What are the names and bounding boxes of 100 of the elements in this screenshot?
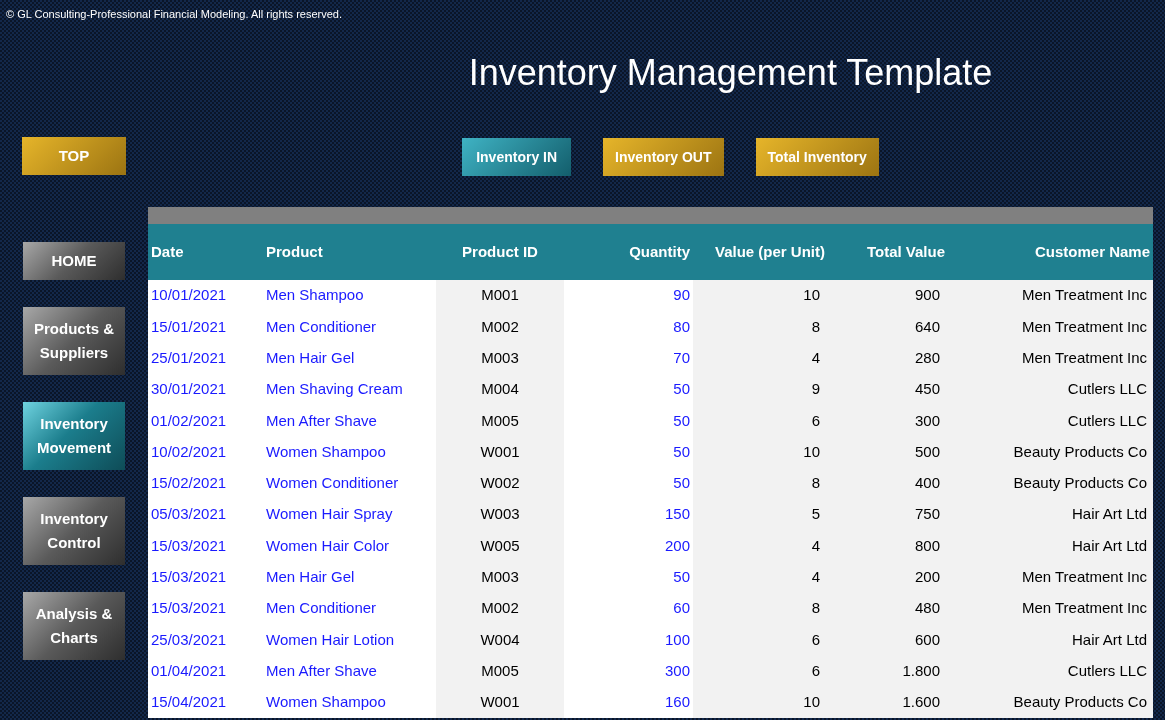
- table-cell: M003: [436, 561, 564, 593]
- table-cell: 50: [564, 561, 693, 593]
- table-cell: Hair Art Ltd: [948, 499, 1153, 531]
- table-cell: Women Shampoo: [263, 686, 436, 719]
- table-cell: 25/01/2021: [148, 342, 263, 374]
- table-cell: M004: [436, 373, 564, 406]
- table-cell: 05/03/2021: [148, 499, 263, 531]
- table-cell: 90: [564, 280, 693, 312]
- nav-button[interactable]: HOME: [23, 242, 125, 280]
- table-cell: 8: [693, 311, 828, 343]
- table-cell: Men Hair Gel: [263, 342, 436, 374]
- table-cell: 15/03/2021: [148, 530, 263, 562]
- table-cell: 6: [693, 655, 828, 687]
- table-cell: 15/03/2021: [148, 592, 263, 625]
- table-cell: Women Hair Spray: [263, 499, 436, 531]
- nav-button[interactable]: Products & Suppliers: [23, 307, 125, 375]
- table-cell: Women Hair Lotion: [263, 624, 436, 656]
- table-cell: Cutlers LLC: [948, 655, 1153, 687]
- table-cell: 50: [564, 436, 693, 468]
- table-cell: 4: [693, 342, 828, 374]
- column-header: Quantity: [564, 224, 693, 280]
- table-cell: 9: [693, 373, 828, 406]
- table-cell: 50: [564, 405, 693, 437]
- table-cell: 8: [693, 592, 828, 625]
- table-cell: 01/02/2021: [148, 405, 263, 437]
- table-cell: 4: [693, 561, 828, 593]
- table-cell: Beauty Products Co: [948, 467, 1153, 500]
- table-cell: W004: [436, 624, 564, 656]
- table-cell: Men Treatment Inc: [948, 280, 1153, 312]
- nav-button[interactable]: Analysis & Charts: [23, 592, 125, 660]
- tab-button[interactable]: Inventory OUT: [603, 138, 724, 176]
- table-cell: W005: [436, 530, 564, 562]
- table-cell: 10: [693, 436, 828, 468]
- table-cell: 30/01/2021: [148, 373, 263, 406]
- nav-button[interactable]: Inventory Movement: [23, 402, 125, 470]
- table-cell: M005: [436, 655, 564, 687]
- table-cell: Beauty Products Co: [948, 436, 1153, 468]
- table-cell: Beauty Products Co: [948, 686, 1153, 719]
- table-cell: Men Hair Gel: [263, 561, 436, 593]
- table-cell: 450: [828, 373, 948, 406]
- table-cell: 160: [564, 686, 693, 719]
- table-cell: 200: [828, 561, 948, 593]
- copyright-notice: © GL Consulting-Professional Financial Modeling. All rights reserved.: [6, 7, 343, 22]
- table-cell: 300: [828, 405, 948, 437]
- column-header: Customer Name: [948, 224, 1153, 280]
- table-cell: 480: [828, 592, 948, 625]
- table-cell: 300: [564, 655, 693, 687]
- table-cell: M005: [436, 405, 564, 437]
- table-cell: 4: [693, 530, 828, 562]
- table-cell: Women Shampoo: [263, 436, 436, 468]
- table-cell: Cutlers LLC: [948, 405, 1153, 437]
- table-cell: 10/01/2021: [148, 280, 263, 312]
- table-cell: 15/02/2021: [148, 467, 263, 500]
- table-cell: 50: [564, 373, 693, 406]
- table-cell: Men Shaving Cream: [263, 373, 436, 406]
- nav-button[interactable]: Inventory Control: [23, 497, 125, 565]
- table-cell: 750: [828, 499, 948, 531]
- table-cell: Men After Shave: [263, 405, 436, 437]
- table-cell: 10: [693, 280, 828, 312]
- table-cell: Men Treatment Inc: [948, 561, 1153, 593]
- table-cell: Men After Shave: [263, 655, 436, 687]
- tab-button[interactable]: Inventory IN: [462, 138, 572, 176]
- table-cell: 25/03/2021: [148, 624, 263, 656]
- table-cell: 15/01/2021: [148, 311, 263, 343]
- table-cell: 640: [828, 311, 948, 343]
- table-cell: Men Conditioner: [263, 592, 436, 625]
- table-cell: Women Conditioner: [263, 467, 436, 500]
- column-header: Product: [263, 224, 436, 280]
- table-cell: 150: [564, 499, 693, 531]
- table-cell: 400: [828, 467, 948, 500]
- table-cell: Men Shampoo: [263, 280, 436, 312]
- table-cell: 800: [828, 530, 948, 562]
- table-cell: 8: [693, 467, 828, 500]
- table-cell: 6: [693, 624, 828, 656]
- table-cell: 15/04/2021: [148, 686, 263, 719]
- table-cell: Men Conditioner: [263, 311, 436, 343]
- table-cell: 6: [693, 405, 828, 437]
- table-cell: 80: [564, 311, 693, 343]
- table-cell: 50: [564, 467, 693, 500]
- column-header: Product ID: [436, 224, 564, 280]
- table-cell: 70: [564, 342, 693, 374]
- table-cell: Hair Art Ltd: [948, 624, 1153, 656]
- column-header: Date: [148, 224, 263, 280]
- table-cell: 100: [564, 624, 693, 656]
- table-cell: 600: [828, 624, 948, 656]
- table-cell: 280: [828, 342, 948, 374]
- table-cell: 900: [828, 280, 948, 312]
- column-header: Total Value: [828, 224, 948, 280]
- table-cell: 1.600: [828, 686, 948, 719]
- table-cell: 10/02/2021: [148, 436, 263, 468]
- table-cell: M002: [436, 592, 564, 625]
- table-cell: W002: [436, 467, 564, 500]
- table-cell: M003: [436, 342, 564, 374]
- top-button[interactable]: TOP: [22, 137, 126, 175]
- table-cell: M001: [436, 280, 564, 312]
- table-cell: 01/04/2021: [148, 655, 263, 687]
- table-cell: W001: [436, 436, 564, 468]
- table-cell: Hair Art Ltd: [948, 530, 1153, 562]
- tab-button[interactable]: Total Inventory: [755, 138, 879, 176]
- table-cell: Men Treatment Inc: [948, 592, 1153, 625]
